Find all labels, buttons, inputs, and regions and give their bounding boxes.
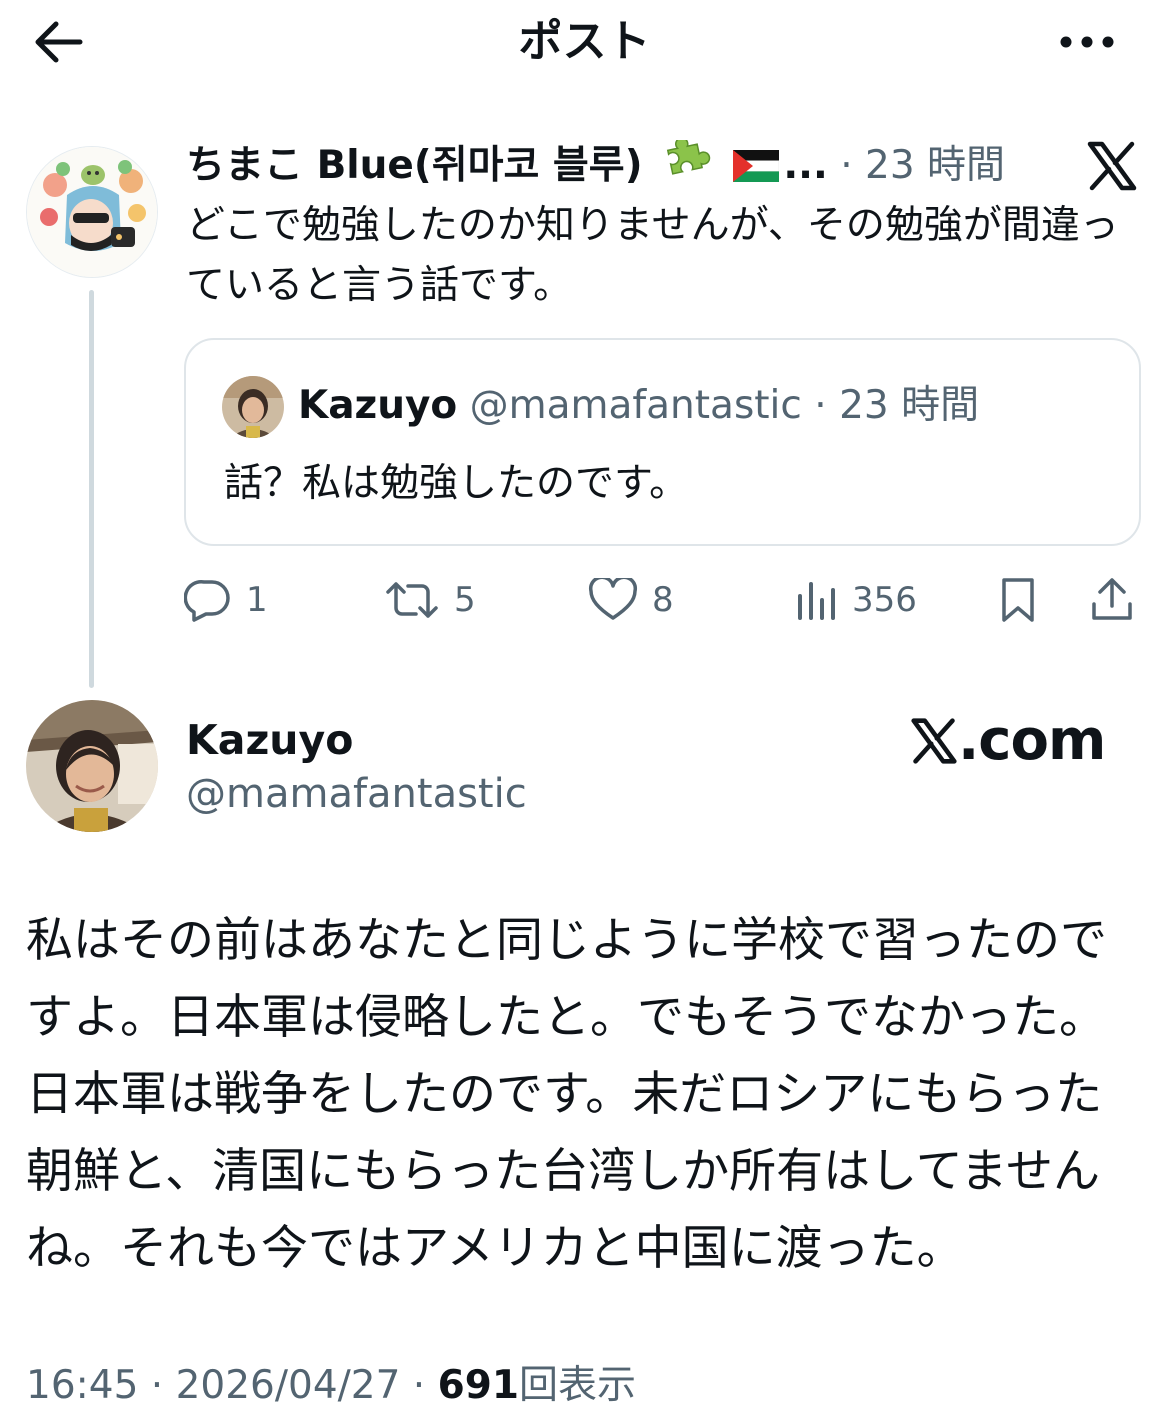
bookmark-button[interactable]	[998, 568, 1038, 632]
view-count: 356	[852, 580, 917, 620]
reply-icon	[184, 580, 230, 622]
reply-button[interactable]: 1	[184, 568, 268, 632]
like-button[interactable]: 8	[588, 568, 674, 632]
like-count: 8	[652, 580, 674, 620]
post-separator: ·	[138, 1363, 176, 1408]
repost-icon	[386, 582, 438, 618]
view-count-label: 回表示	[519, 1363, 637, 1408]
parent-post-text: どこで勉強したのか知りませんが、その勉強が間違っていると言う話です。	[186, 203, 1119, 308]
page-title: ポスト	[518, 16, 651, 67]
quoted-post-time: 23 時間	[839, 383, 980, 428]
x-com-watermark: .com	[910, 706, 1110, 776]
parent-author-name[interactable]: ちまこ Blue(쥐마코 블루)	[186, 143, 643, 188]
post-separator: ·	[840, 143, 853, 188]
quoted-author-name: Kazuyo	[298, 383, 458, 428]
avatar[interactable]	[26, 146, 158, 278]
post-date[interactable]: 2026/04/27	[176, 1363, 401, 1408]
repost-count: 5	[454, 580, 476, 620]
repost-button[interactable]: 5	[384, 568, 476, 632]
quoted-author-handle: @mamafantastic	[469, 383, 802, 428]
views-button[interactable]: 356	[794, 568, 917, 632]
post-separator: ·	[814, 383, 827, 428]
heart-icon	[588, 578, 638, 620]
author-handle[interactable]: @mamafantastic	[186, 766, 527, 822]
x-com-label: .com	[958, 708, 1106, 773]
share-icon	[1092, 578, 1132, 620]
quoted-post-header: Kazuyo @mamafantastic · 23 時間	[298, 378, 1118, 434]
x-logo-icon	[1087, 141, 1137, 191]
bookmark-icon	[1002, 578, 1034, 622]
reply-count: 1	[246, 580, 268, 620]
thread-connector-line	[89, 290, 94, 688]
parent-post-header: ちまこ Blue(쥐마코 블루) ... · 23 時間	[186, 138, 1006, 194]
view-count[interactable]: 691	[438, 1363, 519, 1408]
post-body-text: 私はその前はあなたと同じように学校で習ったのですよ。日本軍は侵略したと。でもそう…	[26, 913, 1107, 1276]
more-horizontal-icon	[1060, 36, 1114, 48]
author-name[interactable]: Kazuyo	[186, 714, 353, 766]
avatar-illustration	[27, 147, 157, 277]
quoted-post-text: 話？私は勉強したのです。	[224, 461, 689, 506]
quoted-post-card[interactable]: Kazuyo @mamafantastic · 23 時間 話？私は勉強したので…	[184, 338, 1141, 546]
avatar[interactable]	[26, 700, 158, 832]
more-options-button[interactable]	[1052, 18, 1122, 66]
post-time[interactable]: 16:45	[26, 1363, 138, 1408]
quoted-author-avatar	[222, 376, 284, 438]
avatar-photo	[26, 700, 158, 832]
parent-post-time[interactable]: 23 時間	[865, 143, 1005, 188]
name-truncation: ...	[783, 143, 828, 188]
palestine-flag-emoji	[733, 150, 780, 182]
x-logo-icon	[911, 718, 957, 764]
post-metadata: 16:45 · 2026/04/27 · 691回表示	[26, 1356, 1146, 1416]
share-button[interactable]	[1088, 568, 1136, 632]
puzzle-piece-emoji	[666, 140, 711, 175]
post-separator: ·	[400, 1363, 438, 1408]
post-action-bar: 1 5 8 356	[184, 568, 1144, 632]
bar-chart-icon	[798, 582, 835, 620]
top-bar: ポスト	[0, 0, 1169, 88]
